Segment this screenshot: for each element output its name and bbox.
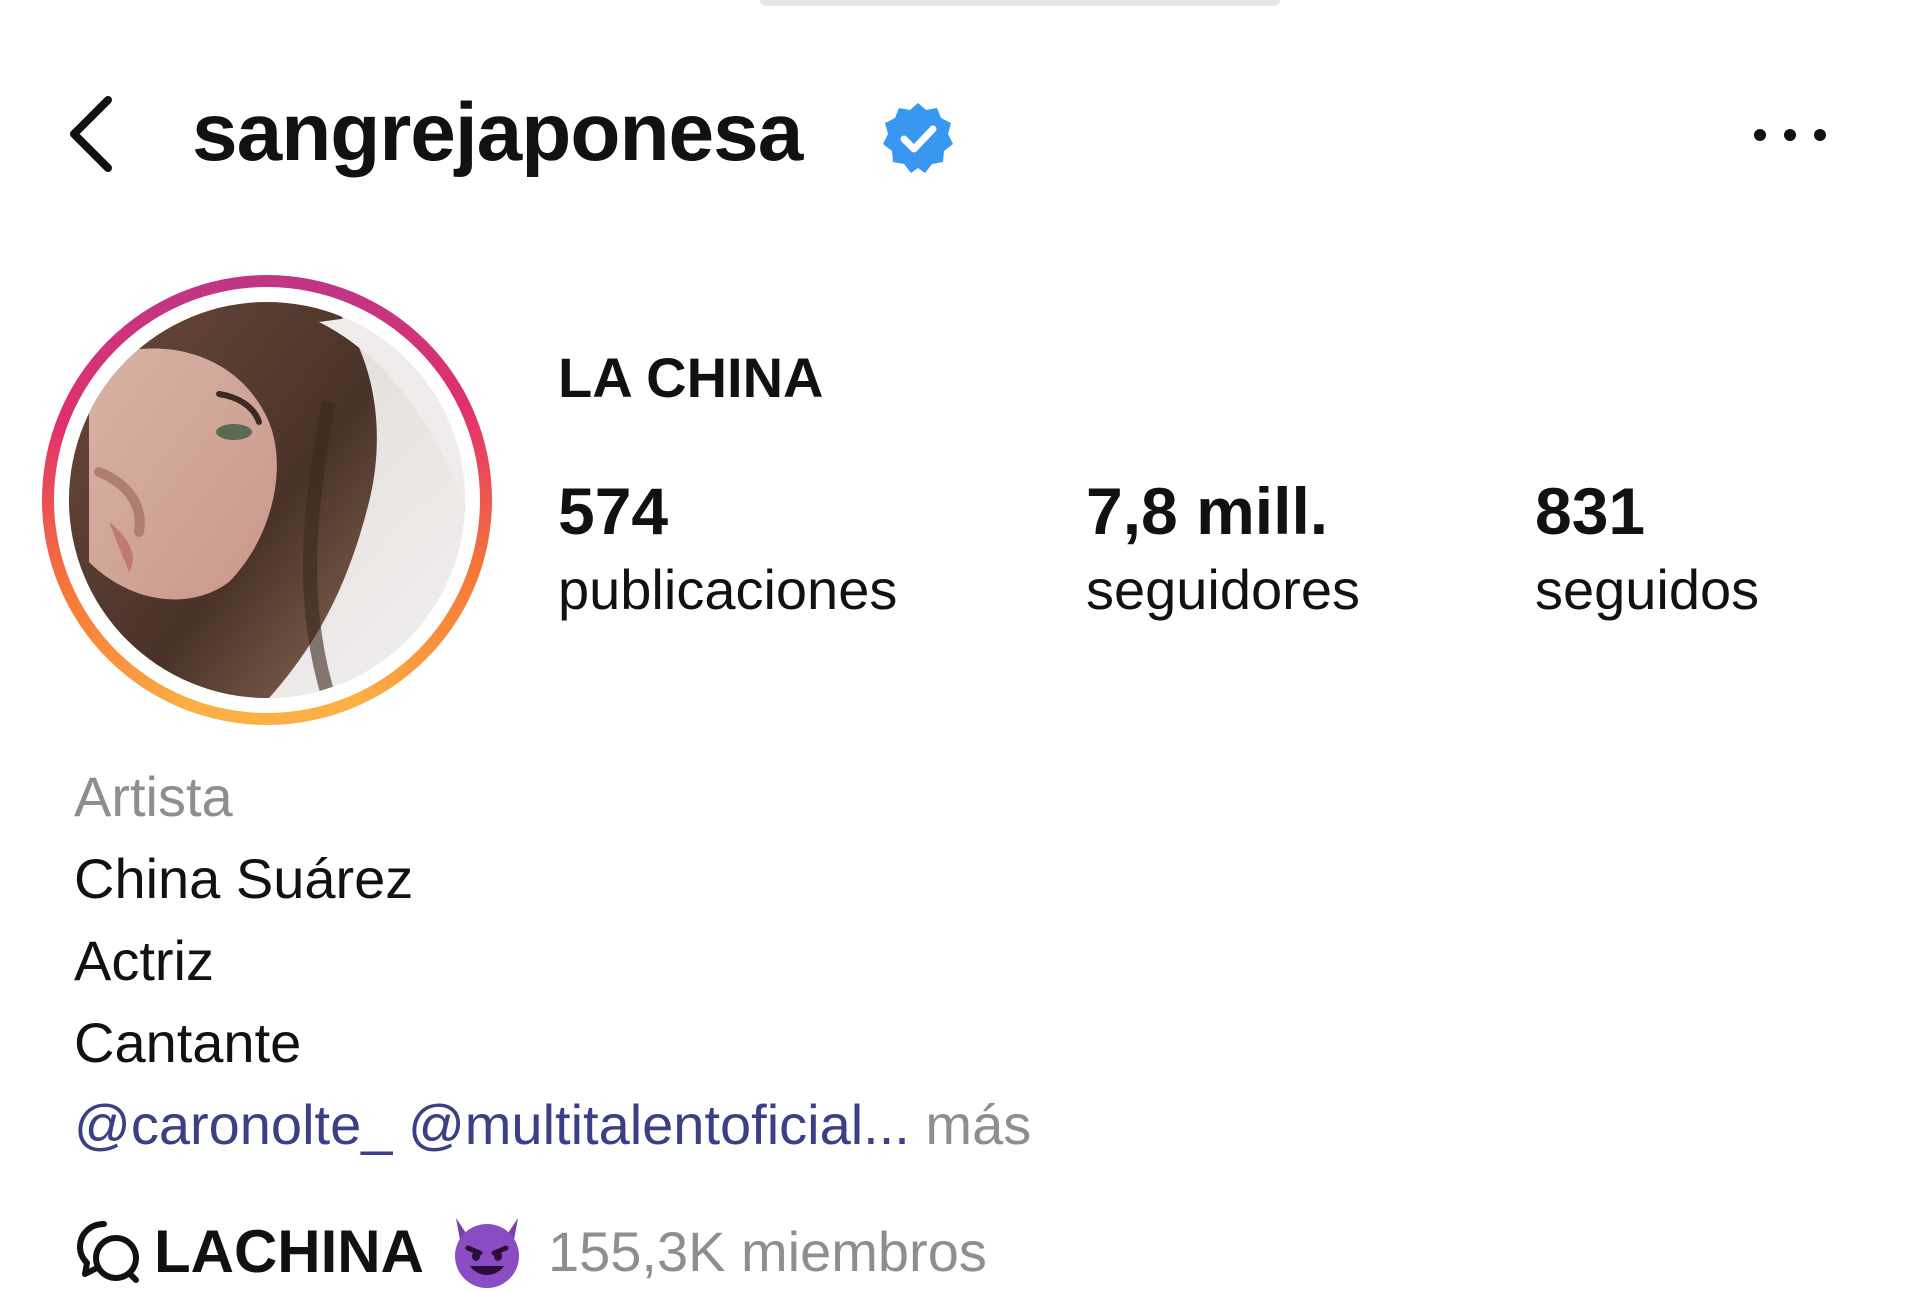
avatar-story-ring[interactable] — [42, 275, 492, 725]
mention-link[interactable]: @multitalentoficial... — [408, 1093, 910, 1156]
channel-members: 155,3K miembros — [547, 1219, 987, 1283]
stat-followers-label: seguidores — [1086, 558, 1360, 621]
stat-posts-label: publicaciones — [558, 558, 898, 621]
bio-mentions: @caronolte_ @multitalentoficial... más — [74, 1084, 1031, 1166]
bio-line-profession-2: Cantante — [74, 1011, 302, 1074]
bio-line-name: China Suárez — [74, 847, 414, 910]
stat-followers-value: 7,8 mill. — [1086, 474, 1329, 548]
stat-following-value: 831 — [1535, 474, 1646, 548]
bio-line-profession: Actriz — [74, 929, 214, 992]
profile-header: sangrejaponesa — [0, 0, 1920, 260]
bio-more-link[interactable]: más — [925, 1093, 1031, 1156]
back-button[interactable] — [50, 84, 130, 184]
chevron-left-icon — [70, 96, 112, 172]
more-horizontal-icon — [1754, 129, 1826, 141]
broadcast-channel[interactable]: LACHINA 155,3K miembros — [74, 1210, 987, 1292]
stat-posts[interactable]: 574 publicaciones — [558, 478, 897, 618]
stat-posts-value: 574 — [558, 474, 669, 548]
stat-following-label: seguidos — [1535, 558, 1760, 621]
display-name: LA CHINA — [558, 346, 824, 409]
more-options-button[interactable] — [1740, 110, 1840, 160]
verified-badge-icon — [883, 103, 953, 173]
username: sangrejaponesa — [192, 87, 803, 178]
avatar-gap — [54, 287, 480, 713]
stat-followers[interactable]: 7,8 mill. seguidores — [1086, 478, 1360, 618]
mention-link[interactable]: @caronolte_ — [74, 1093, 392, 1156]
broadcast-channel-icon — [77, 1221, 139, 1283]
smiling-devil-emoji — [454, 1218, 519, 1288]
bio: Artista China Suárez Actriz Cantante @ca… — [74, 756, 1031, 1166]
avatar — [69, 302, 465, 698]
stat-following[interactable]: 831 seguidos — [1535, 478, 1759, 618]
bio-category: Artista — [74, 765, 233, 828]
channel-name: LACHINA — [154, 1217, 424, 1285]
avatar-photo — [69, 302, 465, 698]
